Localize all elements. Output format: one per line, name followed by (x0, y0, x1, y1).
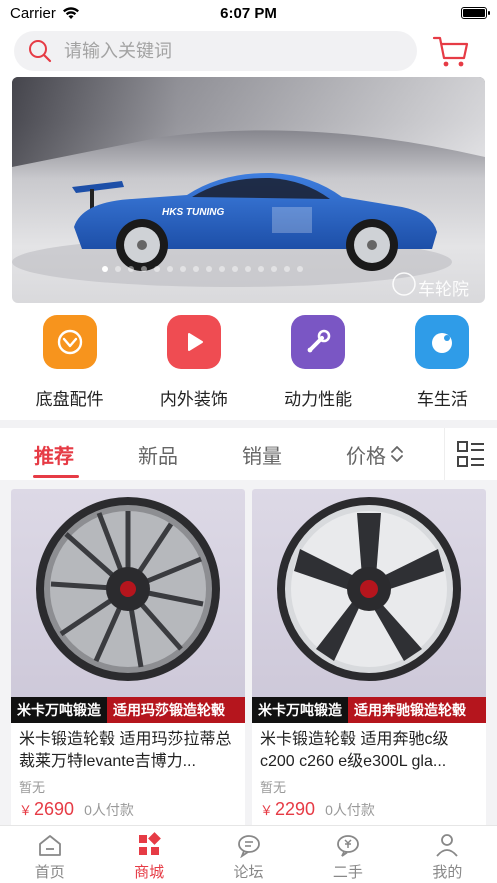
currency-symbol: ￥ (19, 803, 33, 818)
tab-label: 销量 (242, 445, 282, 468)
search-icon (29, 40, 52, 63)
section-divider (0, 420, 497, 428)
wheel-image (36, 497, 220, 681)
nav-secondhand[interactable]: 二手 (298, 826, 397, 883)
play-icon (166, 315, 221, 369)
wrench-icon (291, 315, 346, 369)
product-price: 2290 (275, 799, 316, 819)
tab-new[interactable]: 新品 (138, 428, 178, 480)
category-label: 内外装饰 (159, 390, 228, 409)
battery-icon (461, 7, 490, 19)
currency-symbol: ￥ (260, 803, 274, 818)
buyer-count: 0人付款 (325, 802, 375, 818)
tab-label: 新品 (138, 445, 178, 468)
product-price-row: ￥ 2690 0人付款 (19, 799, 134, 820)
carrier-label: Carrier (10, 4, 56, 22)
nav-store[interactable]: 商城 (99, 826, 198, 883)
wheel-image (277, 497, 461, 681)
status-bar: Carrier 6:07 PM (0, 0, 497, 26)
buyer-count: 0人付款 (84, 802, 134, 818)
grid-list-icon (457, 441, 484, 467)
category-label: 车生活 (416, 390, 468, 409)
nav-label: 论坛 (233, 864, 264, 881)
product-tag: 米卡万吨锻造 适用玛莎锻造轮毂 (11, 697, 245, 723)
tag-brand: 米卡万吨锻造 (252, 697, 348, 723)
banner-watermark: 车轮院 (418, 280, 469, 299)
product-card[interactable]: 米卡万吨锻造 适用奔驰锻造轮毂 米卡锻造轮毂 适用奔驰c级c200 c260 e… (252, 489, 486, 829)
search-box[interactable] (14, 31, 417, 71)
banner-dot[interactable] (219, 266, 225, 272)
product-tag: 米卡万吨锻造 适用奔驰锻造轮毂 (252, 697, 486, 723)
nav-home[interactable]: 首页 (0, 826, 99, 883)
tag-brand: 米卡万吨锻造 (11, 697, 107, 723)
product-title: 米卡锻造轮毂 适用奔驰c级c200 c260 e级e300L gla... (260, 731, 449, 770)
tab-sales[interactable]: 销量 (242, 428, 282, 480)
layout-toggle-button[interactable] (444, 428, 497, 480)
sort-tabs: 推荐 新品 销量 价格 (0, 428, 497, 480)
product-price-row: ￥ 2290 0人付款 (260, 799, 375, 820)
status-time: 6:07 PM (220, 4, 277, 22)
tag-fitment: 适用玛莎锻造轮毂 (107, 697, 245, 723)
category-label: 动力性能 (284, 390, 353, 409)
product-subtitle: 暂无 (260, 780, 287, 795)
product-subtitle: 暂无 (19, 780, 46, 795)
banner-dot[interactable] (271, 266, 277, 272)
chassis-icon (42, 315, 97, 369)
sort-arrows-icon (391, 446, 403, 462)
category-car-life[interactable]: 车生活 (388, 310, 497, 420)
tab-label: 价格 (346, 445, 386, 468)
category-row: 底盘配件 内外装饰 动力性能 车生活 (0, 310, 497, 420)
status-left: Carrier (10, 5, 80, 22)
banner-dot[interactable] (141, 266, 147, 272)
banner-dot[interactable] (167, 266, 173, 272)
banner-dot[interactable] (245, 266, 251, 272)
nav-label: 首页 (34, 864, 65, 881)
nav-label: 二手 (332, 864, 363, 881)
banner-dot[interactable] (232, 266, 238, 272)
svg-text:HKS TUNING: HKS TUNING (162, 207, 224, 218)
secondhand-icon (337, 835, 359, 857)
search-row (0, 28, 497, 74)
banner-dot[interactable] (297, 266, 303, 272)
active-tab-indicator (33, 475, 79, 478)
nav-label: 我的 (432, 864, 463, 881)
product-card[interactable]: 米卡万吨锻造 适用玛莎锻造轮毂 米卡锻造轮毂 适用玛莎拉蒂总裁莱万特levant… (11, 489, 245, 829)
banner-dot[interactable] (180, 266, 186, 272)
forum-icon (237, 835, 260, 858)
nav-label: 商城 (134, 864, 165, 881)
tab-label: 推荐 (34, 445, 74, 468)
banner-dot[interactable] (128, 266, 134, 272)
banner-dot[interactable] (193, 266, 199, 272)
tab-price[interactable]: 价格 (346, 428, 404, 480)
tab-recommended[interactable]: 推荐 (34, 428, 74, 480)
banner-dot[interactable] (115, 266, 121, 272)
promo-banner[interactable]: HKS TUNING 车轮院 (12, 77, 485, 303)
banner-dot[interactable] (102, 266, 108, 272)
nav-forum[interactable]: 论坛 (199, 826, 298, 883)
store-icon (139, 832, 161, 855)
bubble-icon (415, 315, 470, 369)
bottom-nav: 首页 商城 论坛 二手 我的 (0, 825, 497, 883)
banner-dot[interactable] (154, 266, 160, 272)
home-icon (38, 835, 61, 856)
search-input[interactable] (64, 40, 384, 62)
category-label: 底盘配件 (35, 390, 104, 409)
banner-dot[interactable] (284, 266, 290, 272)
profile-icon (436, 834, 459, 857)
category-chassis[interactable]: 底盘配件 (15, 310, 124, 420)
cart-icon[interactable] (432, 32, 470, 70)
nav-profile[interactable]: 我的 (398, 826, 497, 883)
banner-dot[interactable] (258, 266, 264, 272)
category-decoration[interactable]: 内外装饰 (139, 310, 248, 420)
category-performance[interactable]: 动力性能 (264, 310, 373, 420)
product-image: 米卡万吨锻造 适用奔驰锻造轮毂 (252, 489, 486, 723)
tag-fitment: 适用奔驰锻造轮毂 (348, 697, 486, 723)
product-image: 米卡万吨锻造 适用玛莎锻造轮毂 (11, 489, 245, 723)
banner-dots (102, 266, 303, 272)
wifi-icon (62, 7, 79, 19)
product-price: 2690 (34, 799, 75, 819)
product-title: 米卡锻造轮毂 适用玛莎拉蒂总裁莱万特levante吉博力... (19, 731, 232, 770)
banner-dot[interactable] (206, 266, 212, 272)
